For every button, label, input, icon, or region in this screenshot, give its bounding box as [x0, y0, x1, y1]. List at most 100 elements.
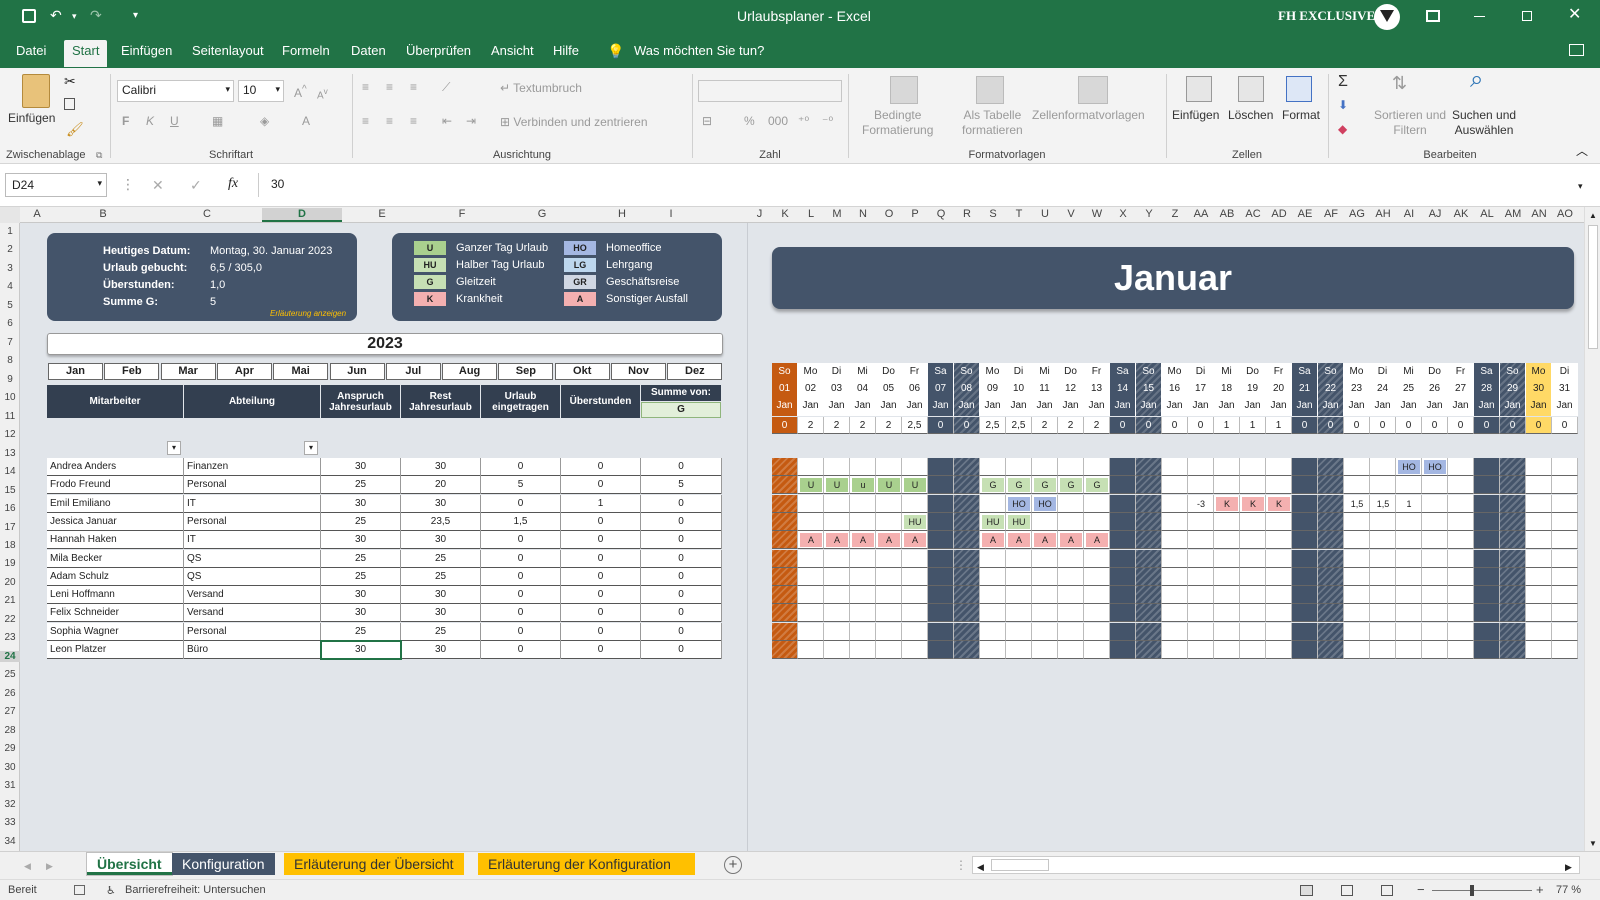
calendar-cell[interactable]: [980, 458, 1006, 476]
calendar-cell[interactable]: [954, 531, 980, 550]
borders-icon[interactable]: ▦: [212, 114, 223, 129]
calendar-cell[interactable]: [902, 494, 928, 513]
tab-scroll-right-icon[interactable]: ▶: [46, 859, 53, 873]
calendar-cell[interactable]: [1214, 604, 1240, 623]
calendar-cell[interactable]: [1422, 476, 1448, 495]
row-header-29[interactable]: 29: [0, 743, 20, 754]
calendar-cell[interactable]: [1552, 641, 1578, 659]
table-cell-ot[interactable]: 0: [561, 622, 641, 641]
table-cell-sum[interactable]: 0: [641, 604, 722, 623]
row-header-21[interactable]: 21: [0, 595, 20, 606]
table-cell-claim[interactable]: 25: [321, 567, 401, 586]
calendar-cell[interactable]: [1500, 604, 1526, 623]
calendar-cell[interactable]: [1292, 622, 1318, 641]
calendar-entry[interactable]: A: [1034, 533, 1056, 548]
calendar-cell[interactable]: [1422, 549, 1448, 568]
align-top-icon[interactable]: ≡: [362, 80, 369, 95]
calendar-cell[interactable]: [1396, 549, 1422, 568]
calendar-cell[interactable]: [1500, 641, 1526, 659]
calendar-entry[interactable]: K: [1216, 496, 1238, 511]
calendar-cell[interactable]: [1188, 549, 1214, 568]
column-header-n[interactable]: N: [850, 208, 876, 220]
calendar-cell[interactable]: [850, 458, 876, 476]
column-header-h[interactable]: H: [582, 208, 662, 220]
table-cell-sum[interactable]: 0: [641, 586, 722, 605]
customize-quick-access-icon[interactable]: ▾: [133, 9, 138, 23]
row-header-34[interactable]: 34: [0, 836, 20, 847]
table-cell-booked[interactable]: 0: [481, 531, 561, 550]
align-bottom-icon[interactable]: ≡: [410, 80, 417, 95]
calendar-cell[interactable]: [1214, 586, 1240, 605]
column-header-aa[interactable]: AA: [1188, 208, 1214, 220]
calendar-day-column[interactable]: Do 12 Jan: [1058, 363, 1084, 416]
row-header-33[interactable]: 33: [0, 817, 20, 828]
calendar-cell[interactable]: [1370, 567, 1396, 586]
calendar-day-column[interactable]: Mi 18 Jan: [1214, 363, 1240, 416]
calendar-day-column[interactable]: So 08 Jan: [954, 363, 980, 416]
table-cell-sum[interactable]: 0: [641, 531, 722, 550]
tab-seitenlayout[interactable]: Seitenlayout: [192, 43, 264, 58]
calendar-cell[interactable]: [1266, 567, 1292, 586]
month-button-nov[interactable]: Nov: [611, 363, 666, 380]
calendar-cell[interactable]: [850, 549, 876, 568]
calendar-cell[interactable]: [1188, 641, 1214, 659]
table-cell-claim[interactable]: 25: [321, 512, 401, 531]
calendar-cell[interactable]: [1474, 531, 1500, 550]
horizontal-scrollbar[interactable]: ◀ ▶: [972, 856, 1580, 874]
table-cell-ot[interactable]: 0: [561, 531, 641, 550]
column-header-f[interactable]: F: [422, 208, 502, 220]
calendar-entry[interactable]: U: [800, 478, 822, 493]
calendar-cell[interactable]: [1526, 476, 1552, 495]
decrease-font-icon[interactable]: Av: [317, 84, 328, 103]
merge-center-button[interactable]: ⊞ Verbinden und zentrieren: [500, 115, 648, 130]
calendar-cell[interactable]: [928, 512, 954, 531]
calendar-cell[interactable]: [980, 641, 1006, 659]
calendar-cell[interactable]: [1500, 494, 1526, 513]
sort-filter-button[interactable]: Sortieren und Filtern: [1374, 108, 1446, 138]
calendar-cell[interactable]: [824, 604, 850, 623]
calendar-entry[interactable]: G: [1060, 478, 1082, 493]
calendar-entry[interactable]: -3: [1190, 497, 1212, 511]
column-header-ai[interactable]: AI: [1396, 208, 1422, 220]
row-header-5[interactable]: 5: [0, 300, 20, 311]
calendar-cell[interactable]: [1422, 567, 1448, 586]
tell-me-search[interactable]: Was möchten Sie tun?: [634, 43, 764, 58]
calendar-cell[interactable]: [1110, 586, 1136, 605]
calendar-cell[interactable]: [928, 458, 954, 476]
calendar-cell[interactable]: [1448, 641, 1474, 659]
row-header-2[interactable]: 2: [0, 244, 20, 255]
calendar-cell[interactable]: [928, 531, 954, 550]
calendar-cell[interactable]: [1188, 622, 1214, 641]
calendar-cell[interactable]: [772, 604, 798, 623]
calendar-cell[interactable]: [850, 604, 876, 623]
calendar-cell[interactable]: [1292, 641, 1318, 659]
calendar-cell[interactable]: [902, 549, 928, 568]
calendar-cell[interactable]: [902, 458, 928, 476]
calendar-entry[interactable]: 1,5: [1346, 497, 1368, 511]
calendar-cell[interactable]: [1292, 604, 1318, 623]
table-cell-ot[interactable]: 0: [561, 476, 641, 495]
column-header-o[interactable]: O: [876, 208, 902, 220]
decrease-decimal-icon[interactable]: ⁻⁰: [822, 114, 833, 129]
calendar-entry[interactable]: HU: [982, 514, 1004, 529]
calendar-cell[interactable]: [1448, 458, 1474, 476]
calendar-cell[interactable]: [1344, 567, 1370, 586]
table-cell-rest[interactable]: 30: [401, 586, 481, 605]
calendar-cell[interactable]: [1370, 604, 1396, 623]
calendar-cell[interactable]: [1162, 476, 1188, 495]
calendar-cell[interactable]: [876, 604, 902, 623]
calendar-cell[interactable]: [1110, 512, 1136, 531]
calendar-cell[interactable]: [1266, 641, 1292, 659]
calendar-cell[interactable]: [1162, 531, 1188, 550]
calendar-cell[interactable]: [980, 494, 1006, 513]
calendar-cell[interactable]: [1110, 458, 1136, 476]
table-cell-claim[interactable]: 30: [320, 640, 402, 660]
calendar-cell[interactable]: [798, 622, 824, 641]
table-cell-ot[interactable]: 0: [561, 586, 641, 605]
calendar-cell[interactable]: [1500, 476, 1526, 495]
calendar-cell[interactable]: [1032, 604, 1058, 623]
calendar-cell[interactable]: [1110, 494, 1136, 513]
row-header-6[interactable]: 6: [0, 318, 20, 329]
accessibility-icon[interactable]: ♿: [106, 884, 116, 898]
calendar-cell[interactable]: [876, 586, 902, 605]
